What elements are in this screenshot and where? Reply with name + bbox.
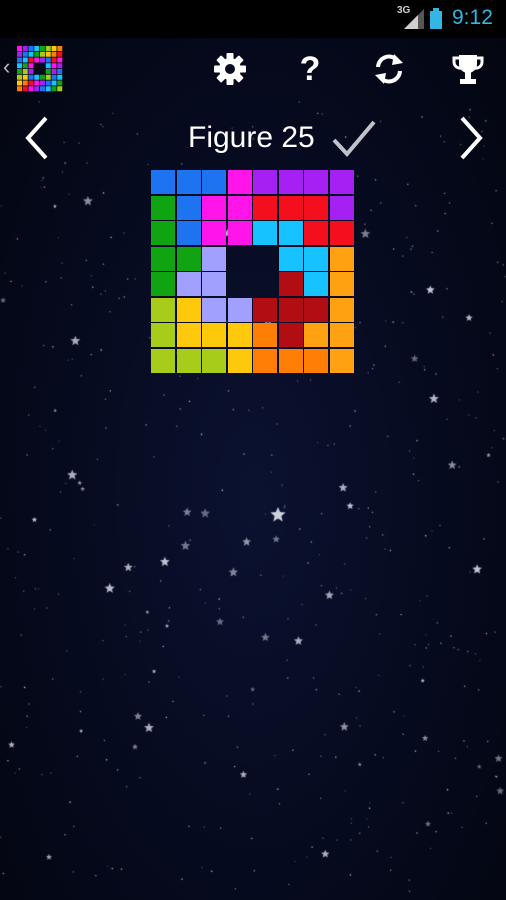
puzzle-cell[interactable] (330, 298, 354, 322)
app-logo-icon[interactable] (17, 46, 63, 92)
back-chevron-icon[interactable]: ‹ (3, 56, 10, 78)
puzzle-cell[interactable] (304, 349, 328, 373)
puzzle-cell[interactable] (202, 298, 226, 322)
puzzle-cell[interactable] (202, 221, 226, 245)
puzzle-cell[interactable] (279, 349, 303, 373)
puzzle-cell[interactable] (228, 221, 252, 245)
puzzle-cell[interactable] (151, 170, 175, 194)
puzzle-cell[interactable] (202, 247, 226, 271)
puzzle-cell[interactable] (202, 170, 226, 194)
puzzle-cell[interactable] (253, 221, 277, 245)
puzzle-cell[interactable] (177, 323, 201, 347)
puzzle-cell[interactable] (330, 272, 354, 296)
battery-icon (430, 8, 442, 29)
puzzle-cell[interactable] (177, 247, 201, 271)
puzzle-cell[interactable] (330, 221, 354, 245)
settings-gear-icon[interactable] (213, 52, 247, 86)
puzzle-cell[interactable] (151, 196, 175, 220)
level-title: Figure 25 (188, 121, 315, 154)
puzzle-cell[interactable] (279, 196, 303, 220)
puzzle-cell[interactable] (253, 170, 277, 194)
puzzle-cell[interactable] (228, 349, 252, 373)
refresh-icon[interactable] (372, 52, 406, 86)
puzzle-cell[interactable] (253, 298, 277, 322)
puzzle-cell[interactable] (228, 170, 252, 194)
puzzle-cell[interactable] (228, 323, 252, 347)
puzzle-cell[interactable] (202, 323, 226, 347)
previous-level-arrow-icon[interactable] (20, 114, 52, 162)
puzzle-cell[interactable] (279, 272, 303, 296)
puzzle-cell[interactable] (202, 349, 226, 373)
puzzle-cell[interactable] (304, 323, 328, 347)
puzzle-cell[interactable] (279, 323, 303, 347)
solved-checkmark-icon (332, 120, 376, 158)
puzzle-cell[interactable] (177, 349, 201, 373)
puzzle-cell[interactable] (177, 221, 201, 245)
puzzle-cell[interactable] (177, 170, 201, 194)
puzzle-cell[interactable] (151, 247, 175, 271)
puzzle-cell[interactable] (228, 298, 252, 322)
puzzle-cell[interactable] (304, 298, 328, 322)
puzzle-cell[interactable] (330, 196, 354, 220)
puzzle-cell[interactable] (151, 221, 175, 245)
puzzle-cell[interactable] (151, 272, 175, 296)
puzzle-cell[interactable] (279, 170, 303, 194)
signal-strength-icon (404, 9, 424, 29)
puzzle-cell[interactable] (177, 196, 201, 220)
puzzle-cell[interactable] (304, 272, 328, 296)
puzzle-cell[interactable] (151, 349, 175, 373)
puzzle-cell[interactable] (202, 272, 226, 296)
puzzle-cell[interactable] (330, 323, 354, 347)
puzzle-cell[interactable] (177, 272, 201, 296)
puzzle-cell[interactable] (228, 196, 252, 220)
next-level-arrow-icon[interactable] (456, 114, 488, 162)
puzzle-cell[interactable] (304, 196, 328, 220)
help-question-icon[interactable]: ? (293, 52, 327, 86)
trophy-icon[interactable] (451, 52, 485, 86)
puzzle-cell[interactable] (330, 170, 354, 194)
puzzle-cell[interactable] (151, 298, 175, 322)
puzzle-cell[interactable] (151, 323, 175, 347)
puzzle-cell[interactable] (330, 247, 354, 271)
puzzle-cell[interactable] (279, 247, 303, 271)
puzzle-cell[interactable] (279, 221, 303, 245)
toolbar: ‹ ? (0, 38, 506, 102)
puzzle-cell[interactable] (304, 221, 328, 245)
status-bar: 3G 9:12 (0, 0, 506, 38)
puzzle-board[interactable] (151, 170, 355, 374)
puzzle-cell[interactable] (253, 196, 277, 220)
puzzle-cell[interactable] (304, 247, 328, 271)
clock: 9:12 (452, 6, 493, 29)
puzzle-cell[interactable] (304, 170, 328, 194)
puzzle-cell[interactable] (253, 323, 277, 347)
puzzle-cell[interactable] (279, 298, 303, 322)
puzzle-cell[interactable] (253, 349, 277, 373)
level-navigation: Figure 25 (0, 110, 506, 166)
puzzle-cell[interactable] (177, 298, 201, 322)
puzzle-cell[interactable] (202, 196, 226, 220)
puzzle-cell[interactable] (330, 349, 354, 373)
